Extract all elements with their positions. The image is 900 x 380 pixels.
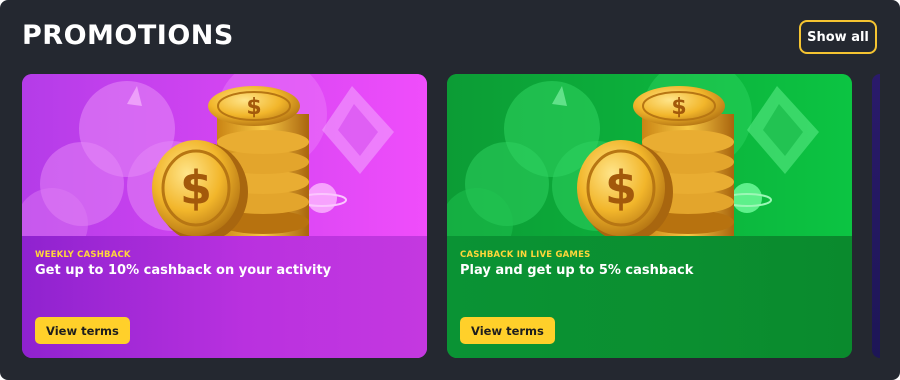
promo-description: Get up to 10% cashback on your activity — [35, 263, 332, 278]
svg-text:$: $ — [180, 161, 212, 215]
promo-tag: CASHBACK IN LIVE GAMES — [460, 250, 591, 260]
promo-banner-image: $ $ — [22, 74, 427, 236]
promo-card-weekly-cashback[interactable]: $ $ WEEKLY CASHBACK Get up to 10% cashba… — [22, 74, 427, 358]
show-all-button[interactable]: Show all — [799, 20, 877, 54]
svg-text:$: $ — [246, 95, 261, 120]
view-terms-button[interactable]: View terms — [460, 317, 555, 344]
promo-tag: WEEKLY CASHBACK — [35, 250, 131, 260]
next-promo-card-peek[interactable] — [872, 74, 880, 358]
svg-text:$: $ — [671, 95, 686, 120]
promotions-panel: PROMOTIONS Show all $ $ WEEKLY CASHBACK … — [0, 0, 900, 380]
svg-text:$: $ — [605, 161, 637, 215]
promo-description: Play and get up to 5% cashback — [460, 263, 694, 278]
gold-coins-icon: $ $ — [22, 74, 427, 236]
promo-card-body: WEEKLY CASHBACK Get up to 10% cashback o… — [22, 236, 427, 358]
view-terms-button[interactable]: View terms — [35, 317, 130, 344]
promo-card-live-games-cashback[interactable]: $ $ CASHBACK IN LIVE GAMES Play and get … — [447, 74, 852, 358]
gold-coins-icon: $ $ — [447, 74, 852, 236]
promo-banner-image: $ $ — [447, 74, 852, 236]
section-title: PROMOTIONS — [22, 20, 234, 51]
promo-card-body: CASHBACK IN LIVE GAMES Play and get up t… — [447, 236, 852, 358]
